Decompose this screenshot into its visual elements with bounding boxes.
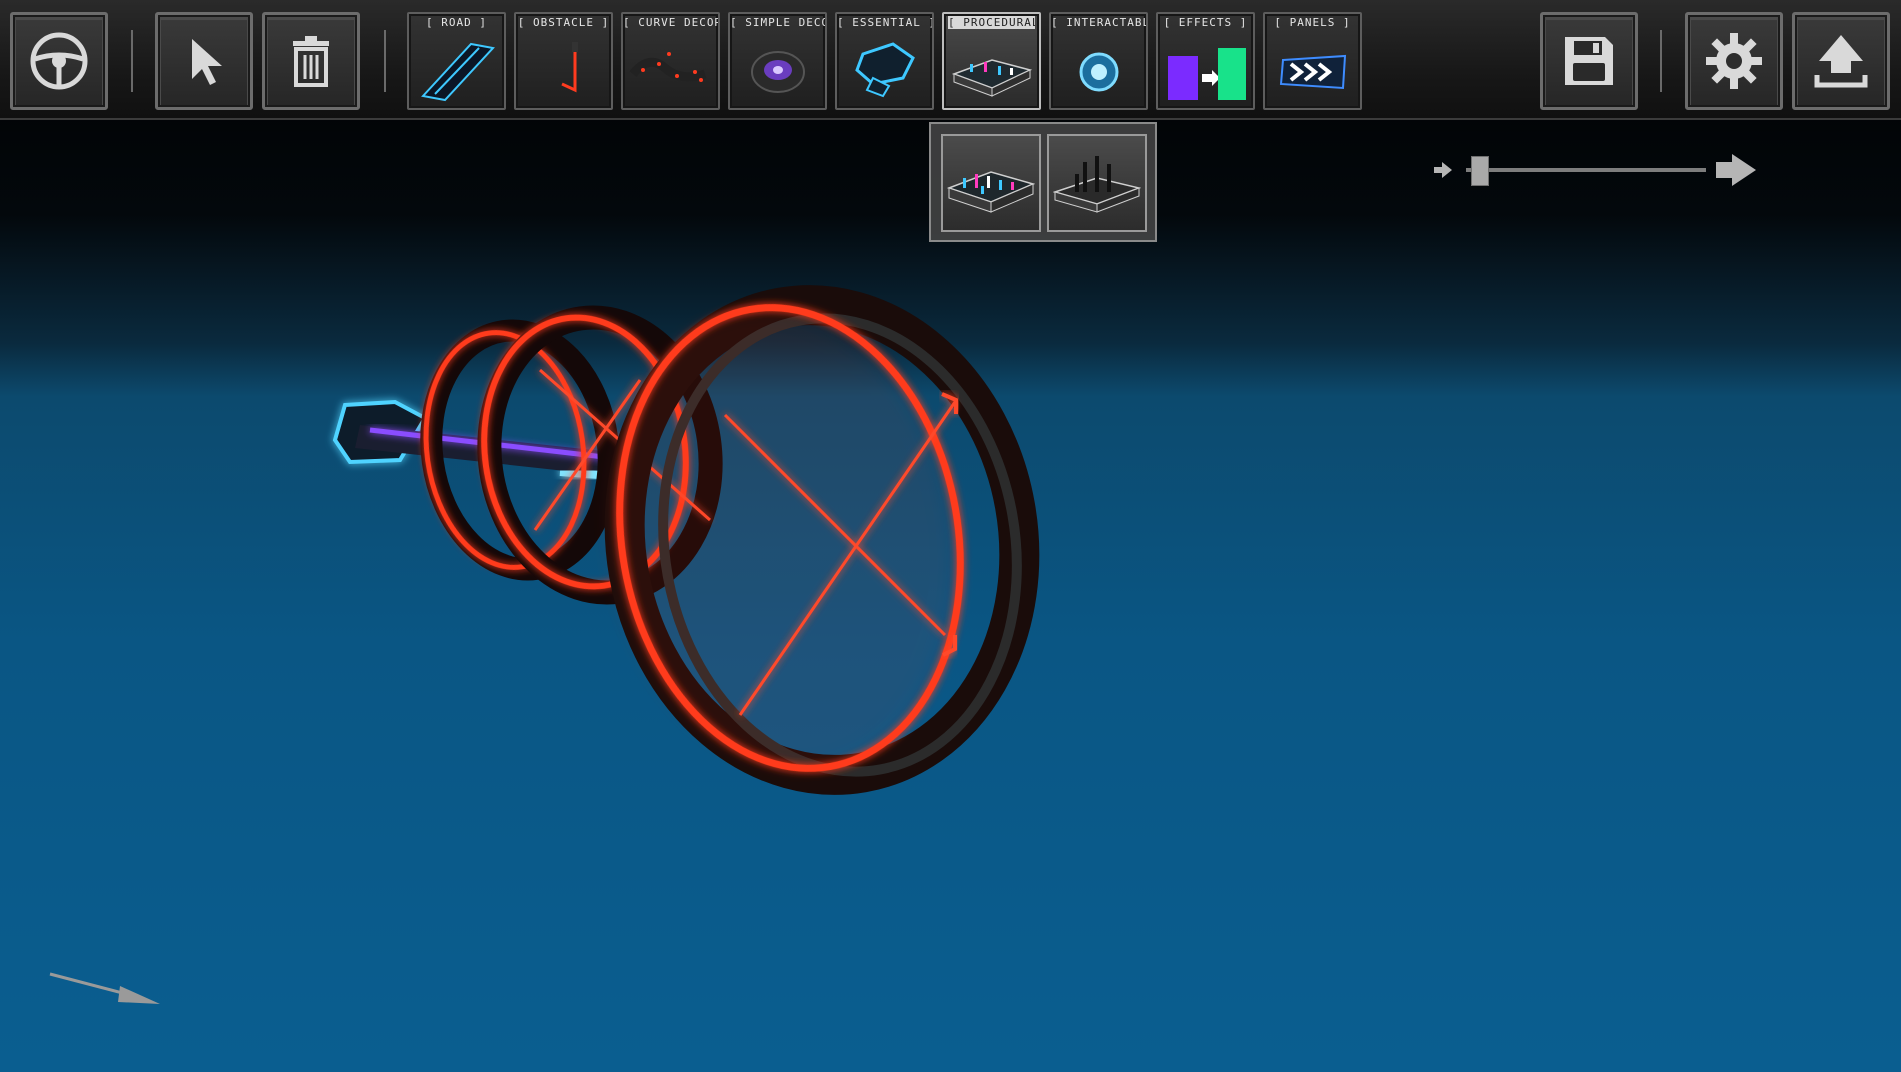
save-button[interactable] xyxy=(1540,12,1638,110)
arrow-small-icon[interactable] xyxy=(1432,160,1456,180)
category-tab-interactables[interactable]: [ INTERACTABLES ] xyxy=(1049,12,1148,110)
simple-decor-icon xyxy=(751,51,805,93)
category-tab-obstacle[interactable]: [ OBSTACLE ] xyxy=(514,12,613,110)
toolbar-separator xyxy=(1660,30,1662,92)
editor-toolbar: [ ROAD ] [ OBSTACLE ] [ CURVE DECOR ] [ … xyxy=(0,0,1901,120)
category-tab-panels[interactable]: [ PANELS ] xyxy=(1263,12,1362,110)
interactable-orb-icon xyxy=(1079,52,1119,92)
steering-wheel-icon xyxy=(30,32,88,90)
category-tab-curve-decor[interactable]: [ CURVE DECOR ] xyxy=(621,12,720,110)
cursor-arrow-icon xyxy=(192,39,222,85)
procedural-item-city-block[interactable] xyxy=(941,134,1041,232)
zoom-slider[interactable] xyxy=(1432,152,1758,188)
category-tab-effects[interactable]: [ EFFECTS ] xyxy=(1156,12,1255,110)
upload-icon xyxy=(1814,35,1868,88)
chevron-panel-icon xyxy=(1279,54,1347,90)
procedural-block-icon xyxy=(951,59,1033,97)
category-label: [ CURVE DECOR ] xyxy=(623,16,718,29)
category-label: [ PANELS ] xyxy=(1274,16,1351,29)
category-tab-essential[interactable]: [ ESSENTIAL ] xyxy=(835,12,934,110)
settings-button[interactable] xyxy=(1685,12,1783,110)
select-tool-button[interactable] xyxy=(155,12,253,110)
procedural-city-block-icon xyxy=(947,171,1035,213)
category-label: [ SIMPLE DECOR ] xyxy=(730,16,825,29)
category-label: [ EFFECTS ] xyxy=(1163,16,1248,29)
category-label: [ PROCEDURAL ] xyxy=(948,16,1035,29)
laser-obstacle-icon xyxy=(561,42,578,93)
procedural-sub-palette xyxy=(929,122,1157,242)
category-label: [ INTERACTABLES ] xyxy=(1051,16,1146,29)
curve-decor-icon xyxy=(629,52,707,82)
procedural-pillars-block-icon xyxy=(1053,156,1141,213)
toolbar-separator xyxy=(131,30,133,92)
floppy-disk-icon xyxy=(1565,37,1613,85)
drive-mode-button[interactable] xyxy=(10,12,108,110)
category-label: [ OBSTACLE ] xyxy=(517,16,610,29)
essential-piece-icon xyxy=(855,42,915,98)
effects-color-change-icon xyxy=(1168,48,1246,100)
toolbar-separator xyxy=(384,30,386,92)
category-label: [ ESSENTIAL ] xyxy=(837,16,932,29)
zoom-handle[interactable] xyxy=(1471,156,1490,186)
zoom-track[interactable] xyxy=(1466,168,1706,172)
category-tab-simple-decor[interactable]: [ SIMPLE DECOR ] xyxy=(728,12,827,110)
category-tab-procedural[interactable]: [ PROCEDURAL ] xyxy=(942,12,1041,110)
upload-button[interactable] xyxy=(1792,12,1890,110)
arrow-large-icon[interactable] xyxy=(1714,152,1758,188)
axis-direction-arrow xyxy=(49,972,160,1004)
procedural-item-pillars-block[interactable] xyxy=(1047,134,1147,232)
category-label: [ ROAD ] xyxy=(426,16,487,29)
delete-tool-button[interactable] xyxy=(262,12,360,110)
trash-icon xyxy=(293,36,329,87)
road-piece-icon xyxy=(421,42,495,102)
gear-icon xyxy=(1706,33,1762,89)
category-tab-road[interactable]: [ ROAD ] xyxy=(407,12,506,110)
